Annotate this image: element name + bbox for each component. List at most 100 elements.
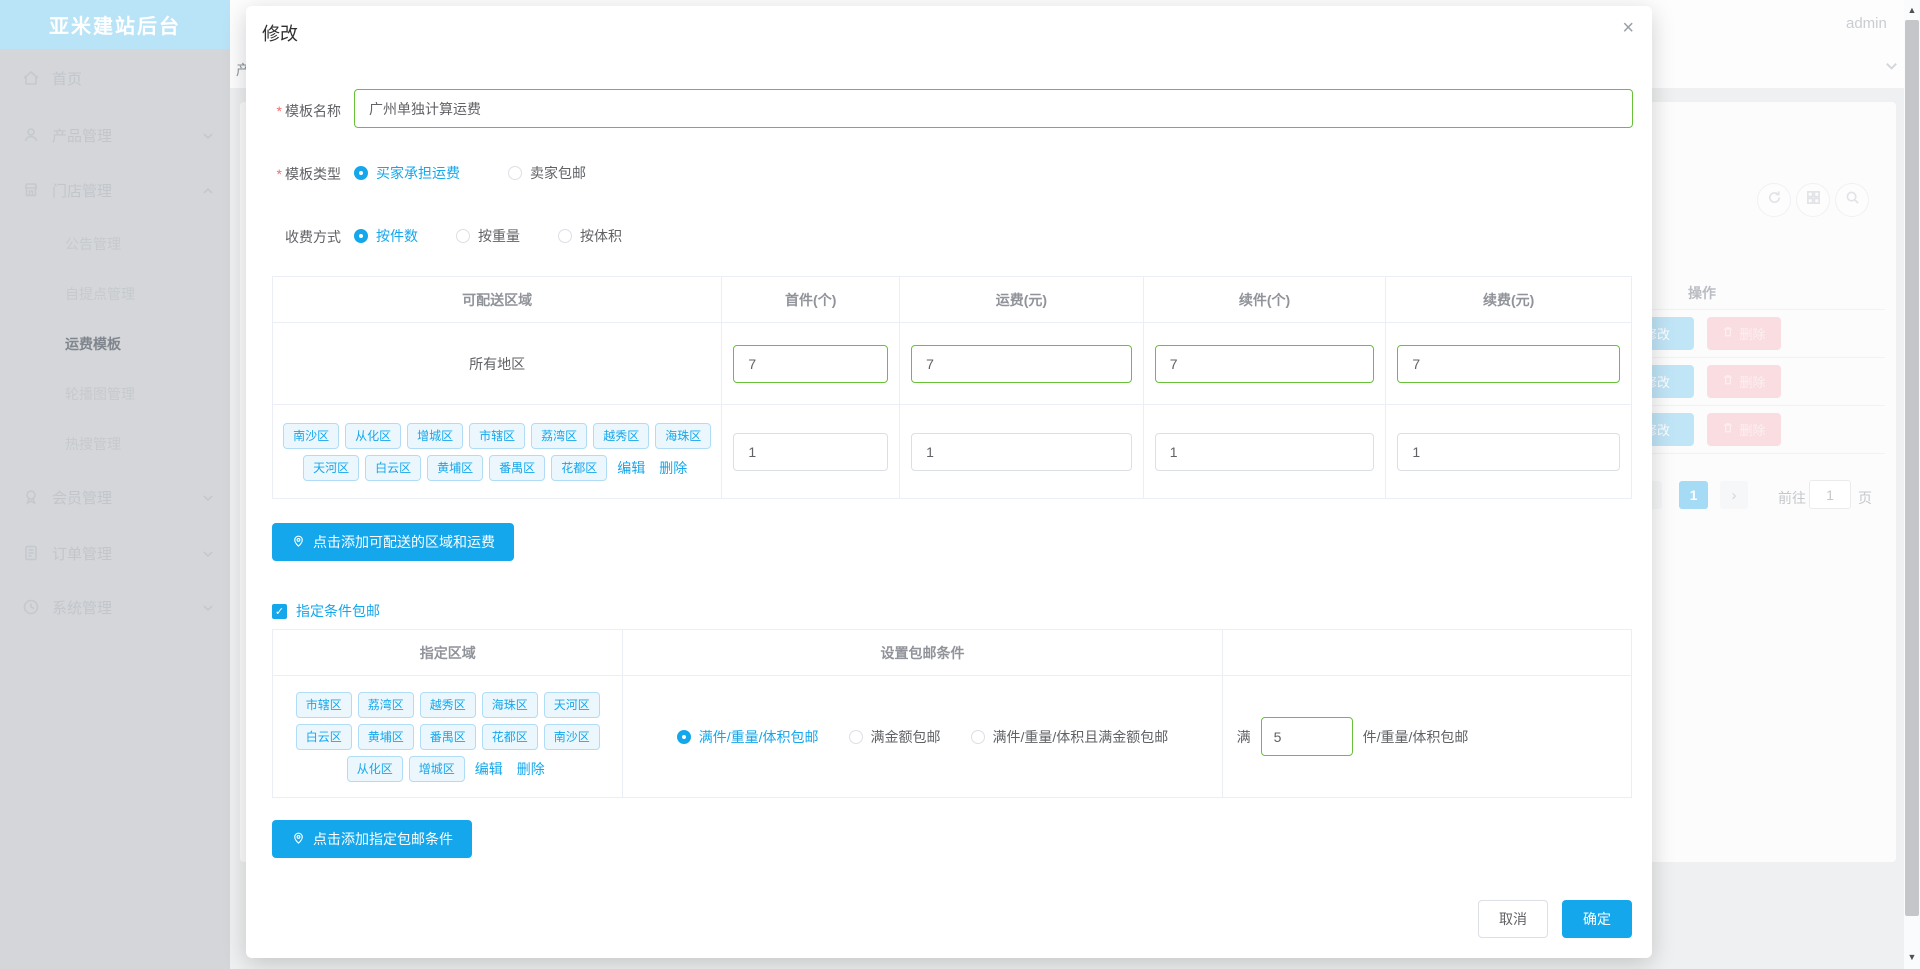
additional-piece-input[interactable] — [1154, 432, 1375, 471]
pagination-goto-input[interactable] — [1809, 480, 1851, 509]
region-tag: 从化区 — [345, 422, 402, 449]
radio-selected-icon — [354, 166, 368, 180]
add-condition-button[interactable]: 点击添加指定包邮条件 — [272, 820, 472, 858]
radio-full-piece-free[interactable]: 满件/重量/体积包邮 — [676, 727, 819, 747]
region-tag: 番禺区 — [489, 454, 546, 481]
scroll-down-icon[interactable]: ▼ — [1904, 952, 1920, 962]
table-row: 南沙区 从化区 增城区 市辖区 荔湾区 越秀区 海珠区 天河区 白云区 黄埔区 … — [273, 405, 1631, 499]
template-name-input[interactable] — [354, 89, 1633, 128]
sidebar-item-orders[interactable]: 订单管理 — [0, 533, 230, 573]
required-asterisk: * — [276, 166, 282, 182]
condition-threshold-input[interactable] — [1260, 717, 1353, 756]
chevron-down-icon[interactable] — [1884, 59, 1899, 79]
region-tag: 白云区 — [295, 723, 352, 750]
condition-prefix: 满 — [1236, 728, 1251, 745]
shipping-fee-table: 可配送区域 首件(个) 运费(元) 续件(个) 续费(元) 所有地区 南沙区 从… — [272, 276, 1632, 499]
edit-regions-link[interactable]: 编辑 — [617, 458, 645, 478]
row-delete-button[interactable]: 删除 — [1707, 365, 1781, 398]
region-tag: 天河区 — [303, 454, 360, 481]
checkbox-checked-icon: ✓ — [272, 603, 287, 619]
refresh-icon — [1767, 190, 1782, 210]
page-scrollbar[interactable]: ▲ ▼ — [1904, 0, 1920, 969]
region-tag: 荔湾区 — [357, 691, 414, 718]
radio-by-volume[interactable]: 按体积 — [558, 226, 622, 246]
chevron-down-icon — [202, 129, 214, 141]
fee-input[interactable] — [911, 432, 1132, 471]
user-menu[interactable]: admin — [1846, 15, 1887, 32]
dialog-title: 修改 — [262, 24, 298, 44]
close-icon[interactable]: × — [1622, 18, 1634, 38]
columns-button[interactable] — [1796, 183, 1830, 217]
pagination-next-button[interactable]: › — [1720, 481, 1748, 509]
region-tag: 番禺区 — [419, 723, 476, 750]
sidebar-item-system[interactable]: 系统管理 — [0, 587, 230, 627]
region-tag: 白云区 — [365, 454, 422, 481]
radio-by-piece[interactable]: 按件数 — [354, 226, 418, 246]
sidebar-item-carousel[interactable]: 轮播图管理 — [0, 374, 230, 414]
radio-icon — [970, 729, 985, 744]
sidebar-item-hot-search[interactable]: 热搜管理 — [0, 424, 230, 464]
row-delete-button[interactable]: 删除 — [1707, 317, 1781, 350]
row-delete-button[interactable]: 删除 — [1707, 413, 1781, 446]
region-tag: 越秀区 — [593, 422, 650, 449]
delete-regions-link[interactable]: 删除 — [659, 458, 687, 478]
pagination-page-label: 页 — [1858, 490, 1872, 506]
radio-icon — [456, 229, 470, 243]
region-tag: 花都区 — [481, 723, 538, 750]
medal-icon — [22, 488, 40, 506]
scrollbar-thumb[interactable] — [1905, 20, 1919, 916]
region-tag: 荔湾区 — [531, 422, 588, 449]
table-row: 市辖区 荔湾区 越秀区 海珠区 天河区 白云区 黄埔区 番禺区 花都区 南沙区 … — [273, 676, 1631, 798]
radio-icon — [558, 229, 572, 243]
app-logo: 亚米建站后台 — [0, 0, 230, 49]
region-tag: 南沙区 — [543, 723, 600, 750]
first-piece-input[interactable] — [733, 344, 889, 383]
pagination-page-1[interactable]: 1 — [1679, 481, 1708, 509]
first-piece-input[interactable] — [733, 432, 889, 471]
additional-fee-input[interactable] — [1397, 432, 1620, 471]
edit-condition-regions-link[interactable]: 编辑 — [475, 759, 503, 779]
search-button[interactable] — [1835, 183, 1869, 217]
search-icon — [1845, 190, 1860, 210]
sidebar-item-members[interactable]: 会员管理 — [0, 477, 230, 517]
scroll-up-icon[interactable]: ▲ — [1904, 5, 1920, 15]
additional-piece-input[interactable] — [1154, 344, 1375, 383]
confirm-button[interactable]: 确定 — [1562, 900, 1632, 938]
radio-by-weight[interactable]: 按重量 — [456, 226, 520, 246]
cancel-button[interactable]: 取消 — [1478, 900, 1548, 938]
sidebar-item-home[interactable]: 首页 — [0, 58, 230, 98]
delete-condition-regions-link[interactable]: 删除 — [517, 759, 545, 779]
free-shipping-condition-table: 指定区域 设置包邮条件 市辖区 荔湾区 越秀区 海珠区 天河区 白云区 黄埔区 … — [272, 629, 1632, 798]
chevron-down-icon — [202, 491, 214, 503]
trash-icon — [1722, 326, 1734, 341]
region-tag: 从化区 — [346, 755, 403, 782]
region-tag: 增城区 — [408, 755, 465, 782]
radio-icon — [508, 166, 522, 180]
region-tag: 天河区 — [543, 691, 600, 718]
radio-selected-icon — [676, 729, 691, 744]
add-region-button[interactable]: 点击添加可配送的区域和运费 — [272, 523, 514, 561]
radio-buyer-pays[interactable]: 买家承担运费 — [354, 163, 460, 183]
sidebar-item-pickup-points[interactable]: 自提点管理 — [0, 274, 230, 314]
radio-seller-free[interactable]: 卖家包邮 — [508, 163, 586, 183]
template-name-label: * 模板名称 — [276, 103, 341, 119]
radio-full-amount-free[interactable]: 满金额包邮 — [848, 727, 941, 747]
condition-free-shipping-checkbox[interactable]: ✓ 指定条件包邮 — [272, 601, 380, 621]
region-tag: 市辖区 — [469, 422, 526, 449]
refresh-button[interactable] — [1757, 183, 1791, 217]
table-row: 所有地区 — [273, 323, 1631, 405]
sidebar-item-products[interactable]: 产品管理 — [0, 115, 230, 155]
radio-selected-icon — [354, 229, 368, 243]
document-icon — [22, 544, 40, 562]
fee-input[interactable] — [911, 344, 1132, 383]
radio-full-piece-and-amount-free[interactable]: 满件/重量/体积且满金额包邮 — [970, 727, 1168, 747]
location-pin-icon — [291, 533, 306, 551]
sidebar-item-stores[interactable]: 门店管理 — [0, 170, 230, 210]
template-type-label: * 模板类型 — [276, 166, 341, 182]
region-tag: 越秀区 — [419, 691, 476, 718]
sidebar-item-shipping-templates[interactable]: 运费模板 — [0, 324, 230, 364]
region-tag: 市辖区 — [295, 691, 352, 718]
additional-fee-input[interactable] — [1397, 344, 1620, 383]
sidebar-item-announcements[interactable]: 公告管理 — [0, 224, 230, 264]
condition-region-tags: 市辖区 荔湾区 越秀区 海珠区 天河区 白云区 黄埔区 番禺区 花都区 南沙区 … — [280, 689, 615, 785]
